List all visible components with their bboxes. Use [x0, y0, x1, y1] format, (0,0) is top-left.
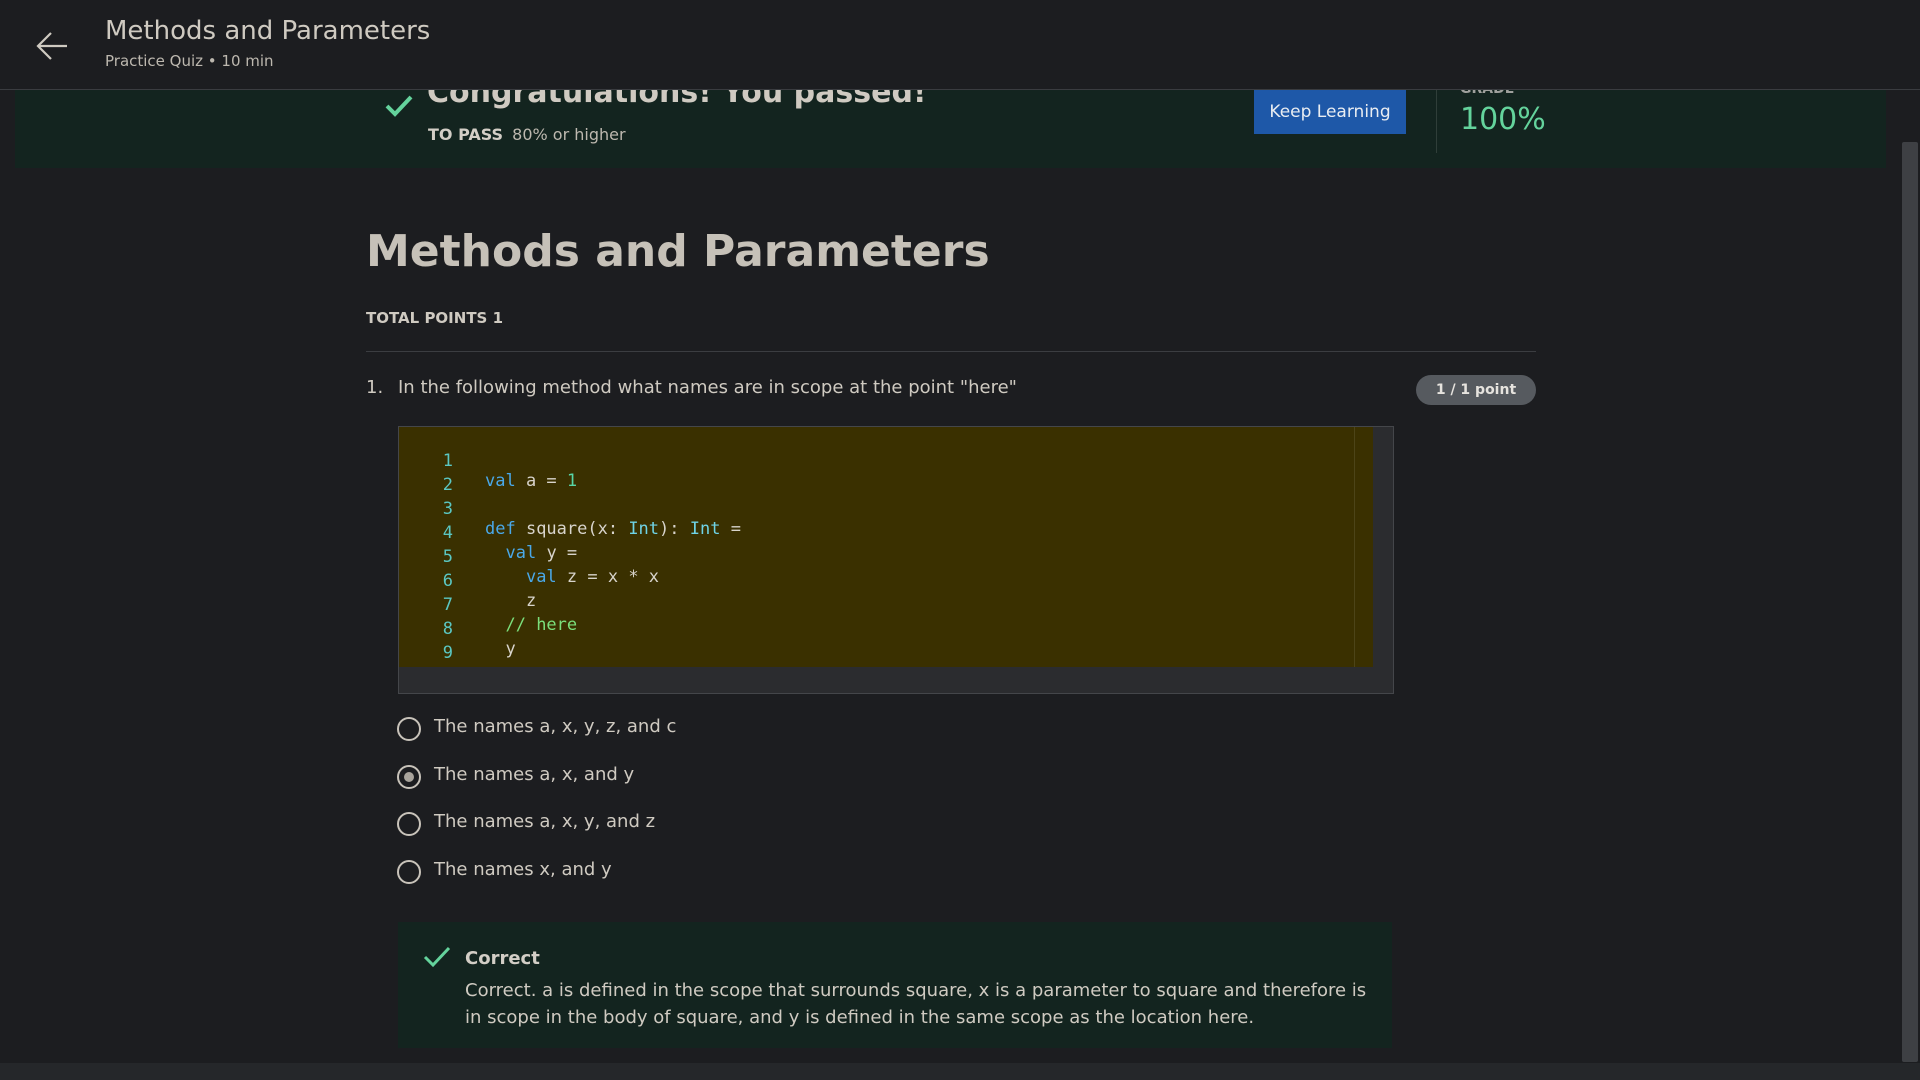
code-line: 6 z	[399, 551, 1369, 611]
radio-button[interactable]	[397, 812, 421, 836]
answer-option[interactable]: The names a, x, and y	[397, 763, 997, 793]
points-badge: 1 / 1 point	[1416, 375, 1536, 405]
question-text: In the following method what names are i…	[398, 377, 1017, 398]
code-line: 8 y	[399, 599, 1369, 659]
feedback-text: Correct. a is defined in the scope that …	[465, 980, 1367, 1028]
answer-option[interactable]: The names x, and y	[397, 858, 997, 888]
to-pass-label: TO PASS	[428, 125, 504, 144]
page-scrollbar-thumb[interactable]	[1902, 142, 1918, 1062]
radio-button[interactable]	[397, 860, 421, 884]
divider	[366, 351, 1536, 352]
answer-option-label: The names a, x, y, z, and c	[434, 716, 677, 737]
radio-button[interactable]	[397, 717, 421, 741]
feedback-panel: Correct Correct. a is defined in the sco…	[398, 922, 1392, 1048]
banner-divider	[1436, 89, 1437, 153]
arrow-left-icon	[36, 32, 67, 60]
code-line: 1 val a = 1	[399, 431, 1369, 491]
header-title: Methods and Parameters	[105, 16, 431, 46]
line-number: 9	[442, 643, 453, 663]
header-subtitle: Practice Quiz • 10 min	[105, 52, 274, 70]
grade-value: 100%	[1460, 102, 1546, 137]
code-line: 5 val z = x * x	[399, 527, 1369, 587]
page-title: Methods and Parameters	[366, 226, 990, 277]
radio-button[interactable]	[397, 765, 421, 789]
check-icon	[423, 946, 451, 968]
code-line: 9	[399, 623, 1369, 663]
answer-option-label: The names a, x, and y	[434, 764, 635, 785]
code-line: 7 // here	[399, 575, 1369, 635]
code-scrollbar[interactable]	[1354, 427, 1373, 667]
to-pass-info: TO PASS 80% or higher	[428, 125, 626, 144]
total-points: TOTAL POINTS 1	[366, 309, 504, 327]
answer-option[interactable]: The names a, x, y, and z	[397, 810, 997, 840]
back-button[interactable]	[33, 26, 73, 66]
code-block: 1 val a = 1 2 3 def square(x: Int): Int …	[398, 426, 1394, 694]
bottom-bar	[0, 1063, 1920, 1080]
code-line: 3 def square(x: Int): Int =	[399, 479, 1369, 539]
answer-option[interactable]: The names a, x, y, z, and c	[397, 715, 997, 745]
code-line: 4 val y =	[399, 503, 1369, 563]
pass-banner: Congratulations! You passed! TO PASS 80%…	[15, 75, 1886, 168]
feedback-title: Correct	[465, 948, 540, 969]
to-pass-value: 80% or higher	[512, 125, 626, 144]
top-header: Methods and Parameters Practice Quiz • 1…	[0, 0, 1920, 90]
code-line: 2	[399, 455, 1369, 495]
keep-learning-button[interactable]: Keep Learning	[1254, 90, 1406, 134]
question-number: 1.	[366, 377, 384, 398]
answer-option-label: The names x, and y	[434, 859, 612, 880]
code-area: 1 val a = 1 2 3 def square(x: Int): Int …	[399, 427, 1373, 667]
answer-option-label: The names a, x, y, and z	[434, 811, 656, 832]
